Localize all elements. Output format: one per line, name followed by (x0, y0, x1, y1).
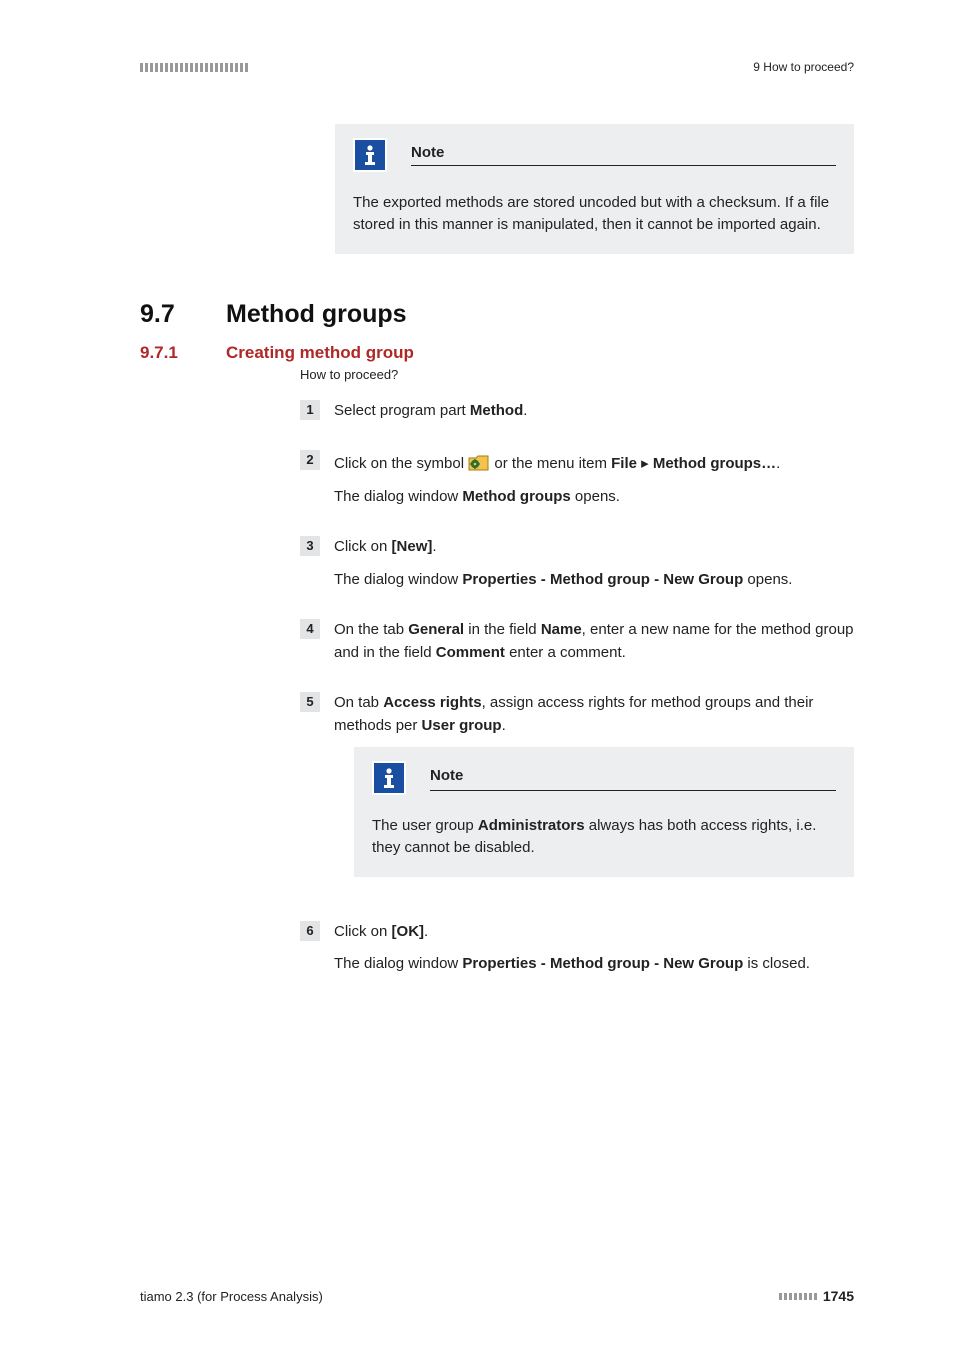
step6-p2-pre: The dialog window (334, 955, 462, 972)
footer-page-number: 1745 (823, 1288, 854, 1304)
step3-p1-post: . (432, 538, 436, 555)
step3-p2-post: opens. (743, 571, 792, 588)
step5-p1-b1: Access rights (383, 694, 481, 711)
step2-sep: ▸ (637, 455, 653, 472)
note-box-export: Note The exported methods are stored unc… (335, 124, 854, 254)
step6-p1-b1: [OK] (392, 923, 425, 940)
step1-bold-method: Method (470, 402, 523, 419)
step4-mid1: in the field (464, 621, 541, 638)
step5-p1-post: . (502, 717, 506, 734)
step-1: 1 Select program part Method. (300, 400, 854, 423)
step4-b1: General (408, 621, 464, 638)
section-number: 9.7 (140, 300, 226, 329)
step2-p2-pre: The dialog window (334, 488, 462, 505)
step6-p1-pre: Click on (334, 923, 392, 940)
step5-note-b1: Administrators (478, 817, 585, 834)
step4-b3: Comment (436, 644, 505, 661)
step5-p1-pre: On tab (334, 694, 383, 711)
step5-p1-b2: User group (422, 717, 502, 734)
step3-p1-bold: [New] (392, 538, 433, 555)
folder-gear-icon (468, 454, 490, 472)
step2-bold-method-groups: Method groups… (653, 455, 776, 472)
breadcrumb: 9 How to proceed? (753, 60, 854, 74)
step1-text-post: . (523, 402, 527, 419)
step-number: 5 (300, 692, 320, 712)
step3-p1-pre: Click on (334, 538, 392, 555)
step5-note-pre: The user group (372, 817, 478, 834)
note-title: Note (430, 767, 463, 784)
section-title: Method groups (226, 300, 407, 329)
step-6: 6 Click on [OK]. The dialog window Prope… (300, 921, 854, 976)
step-2: 2 Click on the symbol (300, 450, 854, 508)
step-3: 3 Click on [New]. The dialog window Prop… (300, 536, 854, 591)
step-number: 1 (300, 400, 320, 420)
step-number: 3 (300, 536, 320, 556)
info-icon (372, 761, 406, 795)
step4-pre: On the tab (334, 621, 408, 638)
note-title: Note (411, 144, 444, 161)
step4-post: enter a comment. (505, 644, 626, 661)
step2-bold-file: File (611, 455, 637, 472)
step2-text-pre: Click on the symbol (334, 455, 468, 472)
page-footer: tiamo 2.3 (for Process Analysis) 1745 (140, 1288, 854, 1304)
step-5: 5 On tab Access rights, assign access ri… (300, 692, 854, 893)
step6-p2-b1: Properties - Method group - New Group (462, 955, 743, 972)
step-number: 2 (300, 450, 320, 470)
footer-tick-marks (779, 1293, 817, 1300)
footer-product: tiamo 2.3 (for Process Analysis) (140, 1289, 323, 1304)
step-number: 4 (300, 619, 320, 639)
section-heading: 9.7 Method groups (140, 300, 854, 329)
step2-p2-bold: Method groups (462, 488, 570, 505)
subsection-title: Creating method group (226, 343, 414, 363)
step-number: 6 (300, 921, 320, 941)
step6-p1-post: . (424, 923, 428, 940)
page-header: 9 How to proceed? (140, 60, 854, 74)
step4-b2: Name (541, 621, 582, 638)
note-body: The exported methods are stored uncoded … (353, 192, 836, 236)
step6-p2-post: is closed. (743, 955, 810, 972)
info-icon (353, 138, 387, 172)
step3-p2-pre: The dialog window (334, 571, 462, 588)
step2-text-post: . (776, 455, 780, 472)
step-4: 4 On the tab General in the field Name, … (300, 619, 854, 664)
step3-p2-bold: Properties - Method group - New Group (462, 571, 743, 588)
step2-p2-post: opens. (571, 488, 620, 505)
lead-question: How to proceed? (300, 367, 854, 382)
subsection-number: 9.7.1 (140, 343, 226, 363)
subsection-heading: 9.7.1 Creating method group (140, 343, 854, 363)
step2-text-mid: or the menu item (494, 455, 611, 472)
step1-text-pre: Select program part (334, 402, 470, 419)
note-box-admins: Note The user group Administrators alway… (354, 747, 854, 877)
steps-list: 1 Select program part Method. 2 Click on… (300, 400, 854, 976)
header-tick-marks (140, 63, 248, 72)
